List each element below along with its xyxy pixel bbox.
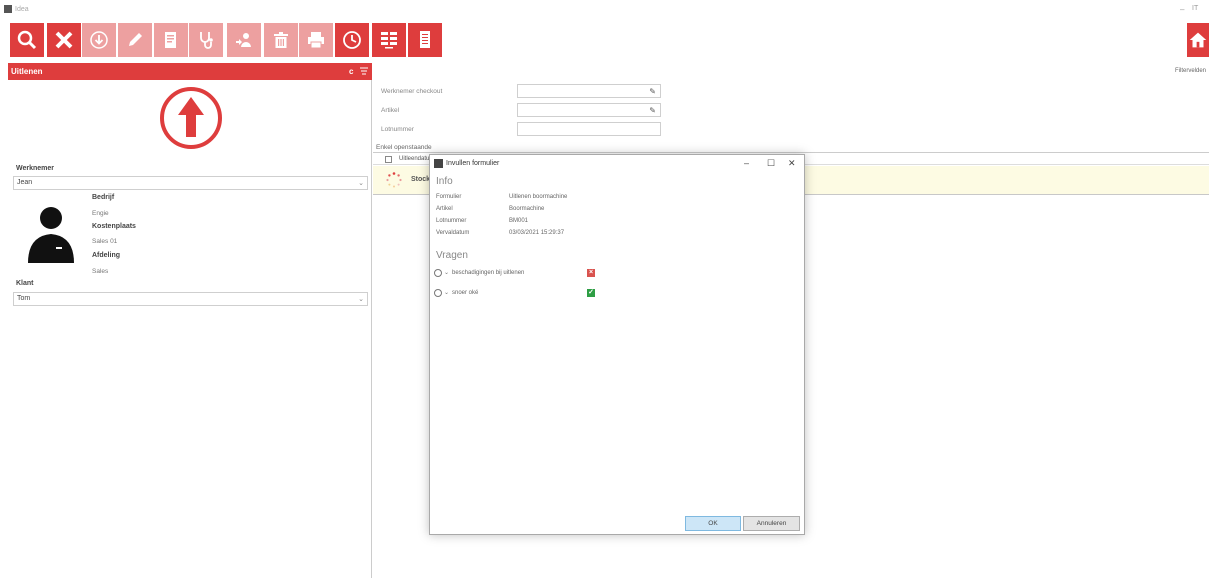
- field-value: BM001: [509, 218, 529, 224]
- employee-label: Werknemer: [16, 165, 55, 172]
- download-icon: [90, 31, 108, 49]
- open-only-label: Enkel openstaande: [376, 144, 432, 151]
- minimize-button[interactable]: –: [1180, 5, 1184, 14]
- field-label: Vervaldatum: [436, 230, 470, 236]
- panel-header-letter: c: [349, 67, 354, 76]
- dialog-app-icon: [434, 159, 443, 168]
- checkout-input[interactable]: ✎: [517, 84, 661, 98]
- title-bar: Idea – IT: [0, 0, 1209, 20]
- close-icon: [55, 31, 73, 49]
- panel-header: Uitlenen c: [8, 63, 372, 80]
- field-value: Uitlenen boormachine: [509, 194, 568, 200]
- no-answer-checkbox[interactable]: ×: [587, 269, 595, 277]
- employee-value: Jean: [17, 179, 33, 186]
- dialog-close-button[interactable]: ✕: [788, 158, 796, 169]
- field-label: Artikel: [436, 206, 453, 212]
- field-label: Formulier: [436, 194, 462, 200]
- cost-center-label: Kostenplaats: [92, 223, 136, 230]
- document-button[interactable]: [154, 23, 188, 57]
- fill-form-dialog: Invullen formulier – ☐ ✕ Info Formulier …: [429, 154, 805, 535]
- article-input[interactable]: ✎: [517, 103, 661, 117]
- form-button[interactable]: [408, 23, 442, 57]
- chevron-down-icon: ⌄: [358, 180, 364, 187]
- dialog-title: Invullen formulier: [446, 160, 500, 167]
- question-text: beschadigingen bij uitlenen: [452, 270, 525, 276]
- history-button[interactable]: [335, 23, 369, 57]
- user-transfer-button[interactable]: [227, 23, 261, 57]
- lend-arrow-icon: [160, 87, 222, 149]
- department-label: Afdeling: [92, 252, 120, 259]
- filter-icon[interactable]: [359, 66, 369, 76]
- department-value: Sales: [92, 268, 109, 275]
- layout-icon: [381, 32, 397, 49]
- lot-label: Lotnummer: [381, 126, 414, 133]
- field-value: 03/03/2021 15:29:37: [509, 230, 565, 236]
- client-label: Klant: [16, 280, 34, 287]
- cancel-button[interactable]: Annuleren: [743, 516, 800, 531]
- form-icon: [420, 31, 430, 48]
- document-icon: [165, 32, 176, 48]
- stethoscope-button[interactable]: [189, 23, 223, 57]
- user-transfer-icon: [236, 33, 251, 47]
- delete-button[interactable]: [264, 23, 298, 57]
- checkout-label: Werknemer checkout: [381, 88, 443, 95]
- cancel-toolbar-button[interactable]: [47, 23, 81, 57]
- print-icon: [308, 32, 324, 49]
- chevron-down-icon[interactable]: ⌄: [444, 269, 449, 276]
- trash-icon: [274, 32, 288, 48]
- stethoscope-icon: [200, 32, 213, 49]
- info-heading: Info: [436, 176, 453, 187]
- window-title: Idea: [15, 6, 29, 13]
- edit-button[interactable]: [118, 23, 152, 57]
- field-label: Lotnummer: [436, 218, 467, 224]
- edit-icon[interactable]: ✎: [649, 106, 656, 115]
- client-value: Tom: [17, 295, 31, 302]
- company-value: Engie: [92, 210, 109, 217]
- edit-icon: [129, 33, 142, 46]
- search-button[interactable]: [10, 23, 44, 57]
- questions-heading: Vragen: [436, 250, 468, 261]
- filter-fields-label: Filtervelden: [1175, 68, 1207, 74]
- home-button[interactable]: [1187, 23, 1209, 57]
- window-extra-label: IT: [1192, 5, 1199, 12]
- row-status: Stock: [411, 176, 431, 183]
- yes-answer-checkbox[interactable]: ✓: [587, 289, 595, 297]
- company-label: Bedrijf: [92, 194, 115, 201]
- clock-icon: [343, 31, 361, 49]
- panel-title: Uitlenen: [11, 67, 43, 76]
- employee-select[interactable]: Jean ⌄: [13, 176, 368, 190]
- question-text: snoer oké: [452, 290, 479, 296]
- loading-spinner-icon: [386, 172, 402, 188]
- chevron-down-icon[interactable]: ⌄: [444, 289, 449, 296]
- article-label: Artikel: [381, 107, 400, 114]
- cost-center-value: Sales 01: [92, 238, 118, 245]
- select-all-checkbox[interactable]: [385, 156, 392, 163]
- edit-icon[interactable]: ✎: [649, 87, 656, 96]
- home-icon: [1189, 32, 1207, 48]
- lend-panel: Uitlenen c Werknemer Jean ⌄ Bedrijf Engi…: [8, 63, 372, 578]
- clock-icon[interactable]: [434, 269, 442, 277]
- search-icon: [17, 30, 37, 50]
- clock-icon[interactable]: [434, 289, 442, 297]
- client-select[interactable]: Tom ⌄: [13, 292, 368, 306]
- print-button[interactable]: [299, 23, 333, 57]
- divider: [373, 152, 1209, 153]
- avatar: [28, 207, 74, 263]
- dialog-minimize-button[interactable]: –: [744, 158, 749, 168]
- chevron-down-icon: ⌄: [358, 296, 364, 303]
- lot-input[interactable]: [517, 122, 661, 136]
- layout-button[interactable]: [372, 23, 406, 57]
- dialog-maximize-button[interactable]: ☐: [767, 158, 775, 169]
- ok-button[interactable]: OK: [685, 516, 741, 531]
- download-button[interactable]: [82, 23, 116, 57]
- app-icon: [4, 5, 12, 13]
- field-value: Boormachine: [509, 206, 545, 212]
